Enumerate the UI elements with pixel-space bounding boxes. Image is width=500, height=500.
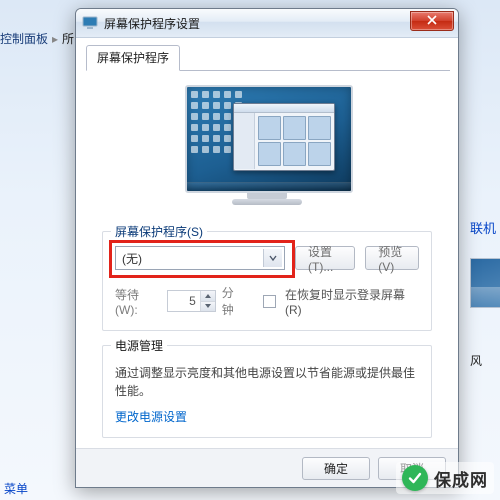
monitor-screen bbox=[185, 85, 353, 193]
screensaver-combo[interactable]: (无) bbox=[115, 246, 285, 270]
titlebar: 屏幕保护程序设置 bbox=[76, 9, 458, 38]
watermark-check-icon bbox=[402, 465, 428, 491]
chevron-down-icon bbox=[263, 249, 282, 267]
tab-panel: 屏幕保护程序(S) (无) 设置(T)... 预览(V) 等待(W): bbox=[84, 71, 450, 462]
right-link-online[interactable]: 联机 bbox=[470, 218, 496, 237]
tab-strip: 屏幕保护程序 bbox=[86, 44, 450, 71]
group-screensaver-title: 屏幕保护程序(S) bbox=[111, 223, 207, 240]
wait-spinner[interactable]: 5 bbox=[167, 290, 216, 312]
screensaver-dialog: 屏幕保护程序设置 屏幕保护程序 bbox=[75, 8, 459, 488]
tab-screensaver[interactable]: 屏幕保护程序 bbox=[86, 45, 180, 71]
right-thumb[interactable] bbox=[470, 258, 500, 308]
breadcrumb-control-panel[interactable]: 控制面板 bbox=[0, 30, 48, 47]
close-button[interactable] bbox=[410, 11, 454, 31]
left-bottom-link[interactable]: 菜单 bbox=[4, 480, 28, 497]
resume-checkbox[interactable] bbox=[263, 295, 276, 308]
wait-unit: 分钟 bbox=[222, 284, 246, 318]
right-sidebar-peek: 联机 风 bbox=[460, 0, 500, 500]
preview-button[interactable]: 预览(V) bbox=[365, 246, 419, 270]
breadcrumb: 控制面板 ▸ 所 bbox=[0, 30, 74, 47]
tab-area: 屏幕保护程序 bbox=[76, 38, 458, 462]
watermark: 保成网 bbox=[396, 462, 494, 494]
group-screensaver: 屏幕保护程序(S) (无) 设置(T)... 预览(V) 等待(W): bbox=[102, 231, 432, 331]
settings-button[interactable]: 设置(T)... bbox=[295, 246, 355, 270]
spinner-down-icon[interactable] bbox=[201, 302, 215, 312]
ok-button[interactable]: 确定 bbox=[302, 457, 370, 480]
titlebar-app-icon bbox=[82, 15, 98, 31]
resume-checkbox-label: 在恢复时显示登录屏幕(R) bbox=[285, 286, 419, 317]
group-power-title: 电源管理 bbox=[111, 337, 167, 354]
wait-value: 5 bbox=[168, 294, 200, 308]
watermark-text: 保成网 bbox=[434, 466, 488, 491]
breadcrumb-separator-icon: ▸ bbox=[52, 32, 58, 46]
power-description: 通过调整显示亮度和其他电源设置以节省能源或提供最佳性能。 bbox=[115, 364, 419, 400]
wait-label: 等待(W): bbox=[115, 286, 161, 317]
spinner-up-icon[interactable] bbox=[201, 291, 215, 302]
monitor-preview bbox=[102, 85, 432, 215]
close-icon bbox=[427, 14, 437, 28]
change-power-settings-link[interactable]: 更改电源设置 bbox=[115, 408, 419, 425]
right-label: 风 bbox=[470, 352, 482, 369]
screensaver-combo-value: (无) bbox=[122, 250, 142, 267]
group-power: 电源管理 通过调整显示亮度和其他电源设置以节省能源或提供最佳性能。 更改电源设置 bbox=[102, 345, 432, 438]
titlebar-title: 屏幕保护程序设置 bbox=[104, 15, 200, 32]
breadcrumb-next[interactable]: 所 bbox=[62, 30, 74, 47]
